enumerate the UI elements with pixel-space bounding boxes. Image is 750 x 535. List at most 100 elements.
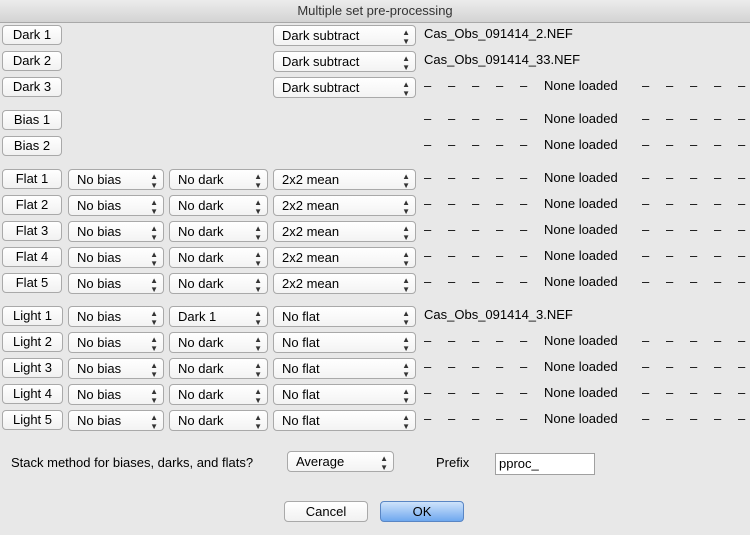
status-none-loaded: – – – – – None loaded – – – – – xyxy=(424,111,750,126)
bias-select-value: No bias xyxy=(77,198,122,213)
dark-select[interactable]: No dark ▲ ▼ xyxy=(169,358,268,379)
dash: – xyxy=(520,111,528,126)
bias-select[interactable]: No bias ▲ ▼ xyxy=(68,306,164,327)
dash: – xyxy=(714,385,722,400)
dash: – xyxy=(642,222,650,237)
dark-method-select[interactable]: Dark subtract ▲ ▼ xyxy=(273,77,416,98)
dash: – xyxy=(520,170,528,185)
light-load-button[interactable]: Light 5 xyxy=(2,410,63,430)
dark-select[interactable]: No dark ▲ ▼ xyxy=(169,247,268,268)
biase-load-button[interactable]: Bias 2 xyxy=(2,136,62,156)
flat-load-button[interactable]: Flat 4 xyxy=(2,247,62,267)
light-load-button[interactable]: Light 3 xyxy=(2,358,63,378)
prefix-input[interactable]: pproc_ xyxy=(495,453,595,475)
updown-arrows-icon: ▲ ▼ xyxy=(150,413,158,431)
light-load-button[interactable]: Light 2 xyxy=(2,332,63,352)
bias-select[interactable]: No bias ▲ ▼ xyxy=(68,169,164,190)
dark-method-select[interactable]: Dark subtract ▲ ▼ xyxy=(273,51,416,72)
bias-select-value: No bias xyxy=(77,172,122,187)
bias-select[interactable]: No bias ▲ ▼ xyxy=(68,410,164,431)
flat-select[interactable]: No flat ▲ ▼ xyxy=(273,358,416,379)
updown-arrows-icon: ▲ ▼ xyxy=(254,198,262,216)
dash: – xyxy=(642,196,650,211)
dash: – xyxy=(424,274,432,289)
dash: – xyxy=(520,196,528,211)
updown-arrows-icon: ▲ ▼ xyxy=(402,413,410,431)
cancel-button[interactable]: Cancel xyxy=(284,501,368,522)
dark-load-button[interactable]: Dark 3 xyxy=(2,77,62,97)
flat-load-button[interactable]: Flat 5 xyxy=(2,273,62,293)
stack-method-select[interactable]: Average ▲ ▼ xyxy=(287,451,394,472)
dash: – xyxy=(738,359,746,374)
dash: – xyxy=(690,385,698,400)
dark-load-button[interactable]: Dark 1 xyxy=(2,25,62,45)
dash: – xyxy=(472,274,480,289)
dark-select[interactable]: No dark ▲ ▼ xyxy=(169,195,268,216)
bias-select[interactable]: No bias ▲ ▼ xyxy=(68,195,164,216)
light-row: Light 1 No bias ▲ ▼ Dark 1 ▲ ▼ No flat ▲ ▼ Cas_Obs… xyxy=(0,305,750,327)
flat-select[interactable]: No flat ▲ ▼ xyxy=(273,410,416,431)
loaded-filename: Cas_Obs_091414_2.NEF xyxy=(424,26,573,41)
dark-select[interactable]: No dark ▲ ▼ xyxy=(169,332,268,353)
dash: – xyxy=(714,137,722,152)
bias-select[interactable]: No bias ▲ ▼ xyxy=(68,384,164,405)
updown-arrows-icon: ▲ ▼ xyxy=(254,250,262,268)
flat-method-select[interactable]: 2x2 mean ▲ ▼ xyxy=(273,221,416,242)
dash: – xyxy=(496,385,504,400)
dash: – xyxy=(666,385,674,400)
flat-method-select-value: 2x2 mean xyxy=(282,224,340,239)
dash: – xyxy=(448,78,456,93)
flat-select[interactable]: No flat ▲ ▼ xyxy=(273,332,416,353)
bias-select-value: No bias xyxy=(77,387,122,402)
light-load-button[interactable]: Light 1 xyxy=(2,306,63,326)
flat-method-select[interactable]: 2x2 mean ▲ ▼ xyxy=(273,247,416,268)
bias-select[interactable]: No bias ▲ ▼ xyxy=(68,332,164,353)
flat-select[interactable]: No flat ▲ ▼ xyxy=(273,306,416,327)
flat-select[interactable]: No flat ▲ ▼ xyxy=(273,384,416,405)
flat-method-select[interactable]: 2x2 mean ▲ ▼ xyxy=(273,195,416,216)
flat-load-button[interactable]: Flat 3 xyxy=(2,221,62,241)
dash: – xyxy=(472,385,480,400)
dash: – xyxy=(690,111,698,126)
dark-method-select[interactable]: Dark subtract ▲ ▼ xyxy=(273,25,416,46)
light-load-button[interactable]: Light 4 xyxy=(2,384,63,404)
dark-load-button[interactable]: Dark 2 xyxy=(2,51,62,71)
updown-arrows-icon: ▲ ▼ xyxy=(402,276,410,294)
dark-select[interactable]: No dark ▲ ▼ xyxy=(169,410,268,431)
updown-arrows-icon: ▲ ▼ xyxy=(402,309,410,327)
dash: – xyxy=(496,359,504,374)
dash: – xyxy=(496,111,504,126)
dash: – xyxy=(642,111,650,126)
dash: – xyxy=(690,137,698,152)
dash: – xyxy=(472,111,480,126)
dash: – xyxy=(472,359,480,374)
dark-select[interactable]: No dark ▲ ▼ xyxy=(169,384,268,405)
flat-method-select[interactable]: 2x2 mean ▲ ▼ xyxy=(273,169,416,190)
bias-select[interactable]: No bias ▲ ▼ xyxy=(68,273,164,294)
updown-arrows-icon: ▲ ▼ xyxy=(402,80,410,98)
bias-select[interactable]: No bias ▲ ▼ xyxy=(68,358,164,379)
dash: – xyxy=(666,78,674,93)
flat-load-button[interactable]: Flat 1 xyxy=(2,169,62,189)
bias-select-value: No bias xyxy=(77,413,122,428)
dark-select[interactable]: Dark 1 ▲ ▼ xyxy=(169,306,268,327)
bias-select[interactable]: No bias ▲ ▼ xyxy=(68,247,164,268)
bias-select[interactable]: No bias ▲ ▼ xyxy=(68,221,164,242)
dash: – xyxy=(690,248,698,263)
flat-method-select[interactable]: 2x2 mean ▲ ▼ xyxy=(273,273,416,294)
dash: – xyxy=(714,274,722,289)
dark-select[interactable]: No dark ▲ ▼ xyxy=(169,169,268,190)
dash: – xyxy=(448,333,456,348)
light-row: Light 5 No bias ▲ ▼ No dark ▲ ▼ No flat ▲ ▼ – – – – – N… xyxy=(0,409,750,431)
biase-load-button[interactable]: Bias 1 xyxy=(2,110,62,130)
dark-row: Dark 1 Dark subtract ▲ ▼ Cas_Obs_091414_2.NE… xyxy=(0,24,750,46)
flat-load-button[interactable]: Flat 2 xyxy=(2,195,62,215)
updown-arrows-icon: ▲ ▼ xyxy=(150,224,158,242)
dark-select[interactable]: No dark ▲ ▼ xyxy=(169,273,268,294)
dark-select-value: No dark xyxy=(178,224,224,239)
ok-button[interactable]: OK xyxy=(380,501,464,522)
dash: – xyxy=(666,170,674,185)
dark-select[interactable]: No dark ▲ ▼ xyxy=(169,221,268,242)
dash: – xyxy=(738,170,746,185)
stack-method-label: Stack method for biases, darks, and flat… xyxy=(11,455,254,470)
